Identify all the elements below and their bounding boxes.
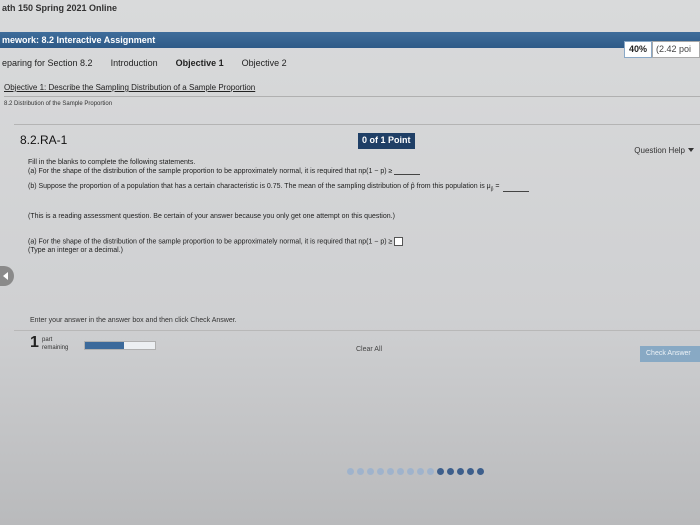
section-tabs: eparing for Section 8.2 Introduction Obj… [0,58,287,76]
pagination-dot[interactable] [417,468,424,475]
points-total: (2.42 poi [652,41,700,58]
divider [14,330,700,331]
pagination-dot[interactable] [467,468,474,475]
blank-a [394,174,421,175]
check-answer-button[interactable]: Check Answer [640,346,700,362]
pagination-dot[interactable] [387,468,394,475]
tab-introduction[interactable]: Introduction [111,58,158,76]
subsection-link[interactable]: 8.2 Distribution of the Sample Proportio… [4,101,112,107]
pagination-dot[interactable] [407,468,414,475]
pagination-dot[interactable] [377,468,384,475]
pagination-dot[interactable] [397,468,404,475]
active-part-a: (a) For the shape of the distribution of… [28,237,404,246]
question-help-label: Question Help [634,145,685,155]
dropdown-arrow-icon [688,148,694,152]
course-title: ath 150 Spring 2021 Online [2,3,118,13]
question-panel: 8.2.RA-1 0 of 1 Point Question Help Fill… [14,124,700,374]
progress-fill [85,342,124,349]
parts-remaining-label: part remaining [42,337,69,351]
statement-part-b: (b) Suppose the proportion of a populati… [28,183,530,193]
parts-remaining-count: 1 [30,334,39,351]
instruction-text: Enter your answer in the answer box and … [30,317,237,324]
blank-b [503,191,530,193]
pagination-dot[interactable] [477,468,484,475]
tab-objective-1[interactable]: Objective 1 [176,58,224,76]
score-percent-badge: 40% [623,41,652,58]
statement-part-a: (a) For the shape of the distribution of… [28,168,421,175]
pagination-dot[interactable] [367,468,374,475]
back-arrow-icon[interactable] [0,266,14,286]
question-id: 8.2.RA-1 [20,133,68,147]
progress-bar [84,341,156,350]
question-help-button[interactable]: Question Help [634,143,694,157]
question-points-badge: 0 of 1 Point [358,133,415,149]
homework-title-bar: mework: 8.2 Interactive Assignment [0,32,700,48]
pagination-dot[interactable] [437,468,444,475]
type-hint: (Type an integer or a decimal.) [28,247,123,254]
tab-objective-2[interactable]: Objective 2 [242,58,287,76]
homework-title: mework: 8.2 Interactive Assignment [2,35,156,45]
question-intro: Fill in the blanks to complete the follo… [28,159,196,166]
pagination-dot[interactable] [427,468,434,475]
pagination-dot[interactable] [447,468,454,475]
pagination-dot[interactable] [457,468,464,475]
tab-preparing[interactable]: eparing for Section 8.2 [2,58,93,76]
answer-input[interactable] [394,237,404,246]
objective-link[interactable]: Objective 1: Describe the Sampling Distr… [4,83,255,92]
clear-all-button[interactable]: Clear All [352,342,386,356]
objective-heading[interactable]: Objective 1: Describe the Sampling Distr… [4,83,700,97]
reading-note: (This is a reading assessment question. … [28,213,395,220]
pagination-dot[interactable] [357,468,364,475]
pagination-dots [347,468,484,475]
pagination-dot[interactable] [347,468,354,475]
